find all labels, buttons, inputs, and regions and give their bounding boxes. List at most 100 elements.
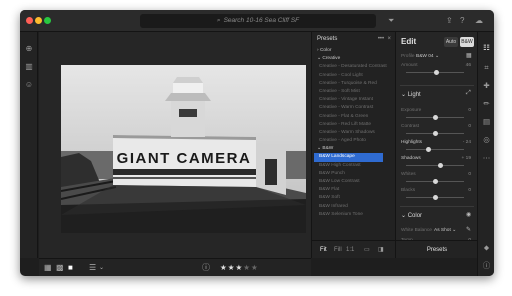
light-slider[interactable] [406, 195, 464, 200]
zoom-fit-button[interactable]: Fit [320, 246, 327, 254]
minimize-window-button[interactable] [35, 17, 42, 24]
curve-edit-icon[interactable]: ⤢ [466, 90, 471, 97]
zoom-ratio-button[interactable]: 1:1 [346, 246, 354, 254]
linear-gradient-icon[interactable]: ▤ [481, 116, 492, 127]
preset-item[interactable]: B&W High Contrast [312, 162, 395, 170]
light-slider-value[interactable]: 0 [452, 124, 471, 129]
sort-chevron-icon[interactable]: ⌄ [99, 263, 104, 273]
preset-group[interactable]: ⌄ B&W [312, 145, 395, 153]
preset-item[interactable]: Creative - Warm Shadows [312, 129, 395, 137]
people-icon[interactable]: ☺ [24, 80, 34, 90]
light-slider-knob[interactable] [432, 115, 438, 120]
star-icon[interactable]: ★ [220, 263, 228, 272]
light-slider-value[interactable]: 0 [452, 172, 471, 177]
square-grid-icon[interactable]: ▩ [56, 263, 64, 273]
tag-icon[interactable]: ⬥ [481, 242, 492, 253]
presets-close-button[interactable]: × [387, 36, 391, 42]
light-slider[interactable] [406, 163, 464, 168]
preset-item[interactable]: Creative - Red Lift Matte [312, 121, 395, 129]
group-chevron-icon: ⌄ [317, 146, 322, 152]
light-slider-value[interactable]: 0 [452, 188, 471, 193]
light-section-header[interactable]: ⌄ Light [401, 91, 421, 98]
preset-label: Creative - Cool Light [319, 72, 363, 78]
help-icon[interactable]: ? [460, 15, 464, 27]
light-slider[interactable] [406, 179, 464, 184]
preset-item[interactable]: Creative - Desaturated Contrast [312, 63, 395, 71]
maximize-window-button[interactable] [44, 17, 51, 24]
profile-browse-icon[interactable]: ▦ [466, 52, 472, 59]
divider [400, 206, 474, 207]
radial-gradient-icon[interactable]: ◎ [481, 134, 492, 145]
preset-item[interactable]: B&W Landscape [314, 153, 383, 162]
info-panel-icon[interactable]: ⓘ [481, 260, 492, 271]
light-slider[interactable] [406, 115, 464, 120]
crop-icon[interactable]: ⌗ [481, 62, 492, 73]
light-slider-label: Contrast [401, 124, 420, 129]
star-icon[interactable]: ★ [251, 263, 259, 272]
light-slider-knob[interactable] [432, 195, 438, 200]
library-icon[interactable]: ▥ [24, 62, 34, 72]
bw-button[interactable]: B&W [460, 37, 474, 47]
light-slider-knob[interactable] [438, 163, 444, 168]
preset-group[interactable]: ⌄ Creative [312, 55, 395, 63]
preset-item[interactable]: Creative - Aged Photo [312, 137, 395, 145]
light-slider-knob[interactable] [432, 131, 438, 136]
star-icon[interactable]: ★ [243, 263, 251, 272]
color-mix-icon[interactable]: ◉ [466, 211, 471, 218]
preset-item[interactable]: Creative - Flat & Green [312, 113, 395, 121]
light-slider-value[interactable]: 0 [452, 108, 471, 113]
search-input[interactable]: ⌕ Search 10-16 Sea Cliff SF [140, 14, 376, 28]
brush-icon[interactable]: ✏ [481, 98, 492, 109]
light-slider-value[interactable]: - 24 [452, 140, 471, 145]
light-slider-value[interactable]: + 19 [452, 156, 471, 161]
close-window-button[interactable] [26, 17, 33, 24]
cloud-sync-icon[interactable]: ☁ [475, 15, 483, 27]
preset-label: Creative - Vintage Instant [319, 97, 374, 103]
photo-canvas[interactable]: GIANT CAMERA [39, 32, 311, 258]
preset-item[interactable]: Creative - Warm Contrast [312, 104, 395, 112]
preset-group[interactable]: › Color [312, 47, 395, 55]
presets-toggle-button[interactable]: Presets [396, 240, 478, 258]
sort-icon[interactable]: ☰ [89, 263, 96, 273]
preset-item[interactable]: B&W Punch [312, 170, 395, 178]
preset-label: Color [319, 48, 332, 53]
preset-item[interactable]: B&W Low Contrast [312, 178, 395, 186]
share-icon[interactable]: ⇪ [446, 15, 453, 27]
preset-item[interactable]: B&W Flat [312, 186, 395, 194]
preset-item[interactable]: Creative - Soft Mist [312, 88, 395, 96]
zoom-fill-button[interactable]: Fill [334, 246, 342, 254]
light-slider[interactable] [406, 147, 464, 152]
star-rating[interactable]: ★★★★★ [220, 263, 259, 273]
more-options-icon[interactable]: ⋯ [481, 152, 492, 163]
detail-view-icon[interactable]: ■ [68, 263, 73, 273]
app-window: ⌕ Search 10-16 Sea Cliff SF ⏷ ⇪ ? ☁ ⊕ ▥ ☺ [20, 10, 494, 276]
amount-slider-knob[interactable] [434, 70, 440, 75]
group-chevron-icon: › [317, 48, 319, 53]
white-balance-dropdown[interactable]: As Shot ⌄ [434, 228, 456, 233]
profile-dropdown[interactable]: B&W 04 ⌄ [416, 54, 439, 59]
auto-button[interactable]: Auto [444, 37, 458, 47]
before-after-icon[interactable]: ◨ [378, 246, 384, 254]
preset-item[interactable]: B&W Soft [312, 194, 395, 202]
grid-view-icon[interactable]: ▦ [44, 263, 52, 273]
preset-item[interactable]: Creative - Vintage Instant [312, 96, 395, 104]
preset-item[interactable]: Creative - Turquoise & Red [312, 80, 395, 88]
amount-value[interactable]: 46 [456, 63, 471, 68]
compare-icon[interactable]: ▭ [364, 246, 370, 254]
light-slider-knob[interactable] [432, 179, 438, 184]
edit-sliders-icon[interactable]: ☷ [481, 42, 492, 53]
presets-more-button[interactable]: ••• [378, 36, 384, 42]
healing-brush-icon[interactable]: ✚ [481, 80, 492, 91]
filter-icon[interactable]: ⏷ [388, 15, 394, 27]
eyedropper-icon[interactable]: ✎ [466, 226, 471, 233]
preset-item[interactable]: B&W Selenium Tone [312, 211, 395, 219]
info-icon[interactable]: ⓘ [202, 263, 210, 273]
amount-slider[interactable] [406, 70, 464, 75]
light-slider-knob[interactable] [425, 147, 431, 152]
add-photos-icon[interactable]: ⊕ [24, 44, 34, 54]
light-slider[interactable] [406, 131, 464, 136]
preset-item[interactable]: Creative - Cool Light [312, 72, 395, 80]
left-toolbar: ⊕ ▥ ☺ [20, 32, 38, 258]
preset-item[interactable]: B&W Infrared [312, 203, 395, 211]
color-section-header[interactable]: ⌄ Color [401, 212, 422, 219]
